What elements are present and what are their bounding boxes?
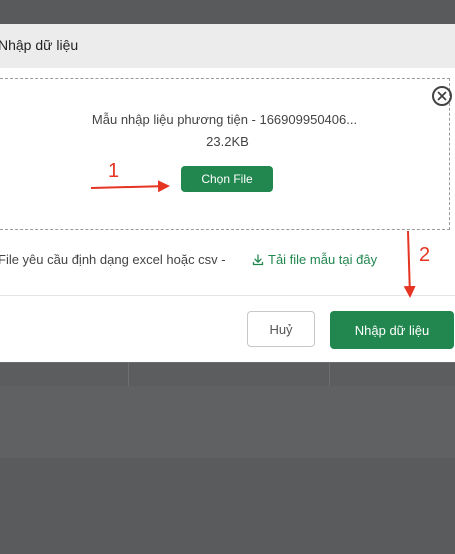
- format-hint: File yêu cầu định dạng excel hoặc csv -: [0, 252, 226, 267]
- close-icon[interactable]: [432, 86, 452, 106]
- backdrop-top: [0, 0, 455, 24]
- selected-file-size: 23.2KB: [206, 134, 249, 149]
- annotation-step-1: 1: [108, 160, 120, 182]
- table-column-divider: [329, 363, 330, 387]
- backdrop-bottom: [0, 458, 455, 554]
- backdrop-mid: [0, 386, 455, 458]
- dialog-title: Nhập dữ liệu: [0, 37, 79, 53]
- x-mark-icon: [437, 91, 447, 101]
- footer-divider: [0, 295, 455, 296]
- cancel-button[interactable]: Huỷ: [247, 311, 315, 347]
- selected-file-name: Mẫu nhập liệu phương tiện - 166909950406…: [91, 112, 358, 127]
- dialog-header: Nhập dữ liệu: [0, 24, 455, 68]
- annotation-step-2: 2: [419, 244, 431, 266]
- download-template-label: Tải file mẫu tại đây: [268, 252, 378, 267]
- import-dialog: Nhập dữ liệu Mẫu nhập liệu phương tiện -…: [0, 24, 455, 362]
- upload-drop-zone[interactable]: [0, 78, 450, 230]
- download-icon: [252, 253, 264, 265]
- table-column-divider: [128, 363, 129, 387]
- backdrop-table-row: [0, 362, 455, 387]
- import-data-button[interactable]: Nhập dữ liệu: [330, 311, 454, 349]
- choose-file-button[interactable]: Chọn File: [181, 166, 273, 192]
- download-template-link[interactable]: Tải file mẫu tại đây: [252, 252, 377, 267]
